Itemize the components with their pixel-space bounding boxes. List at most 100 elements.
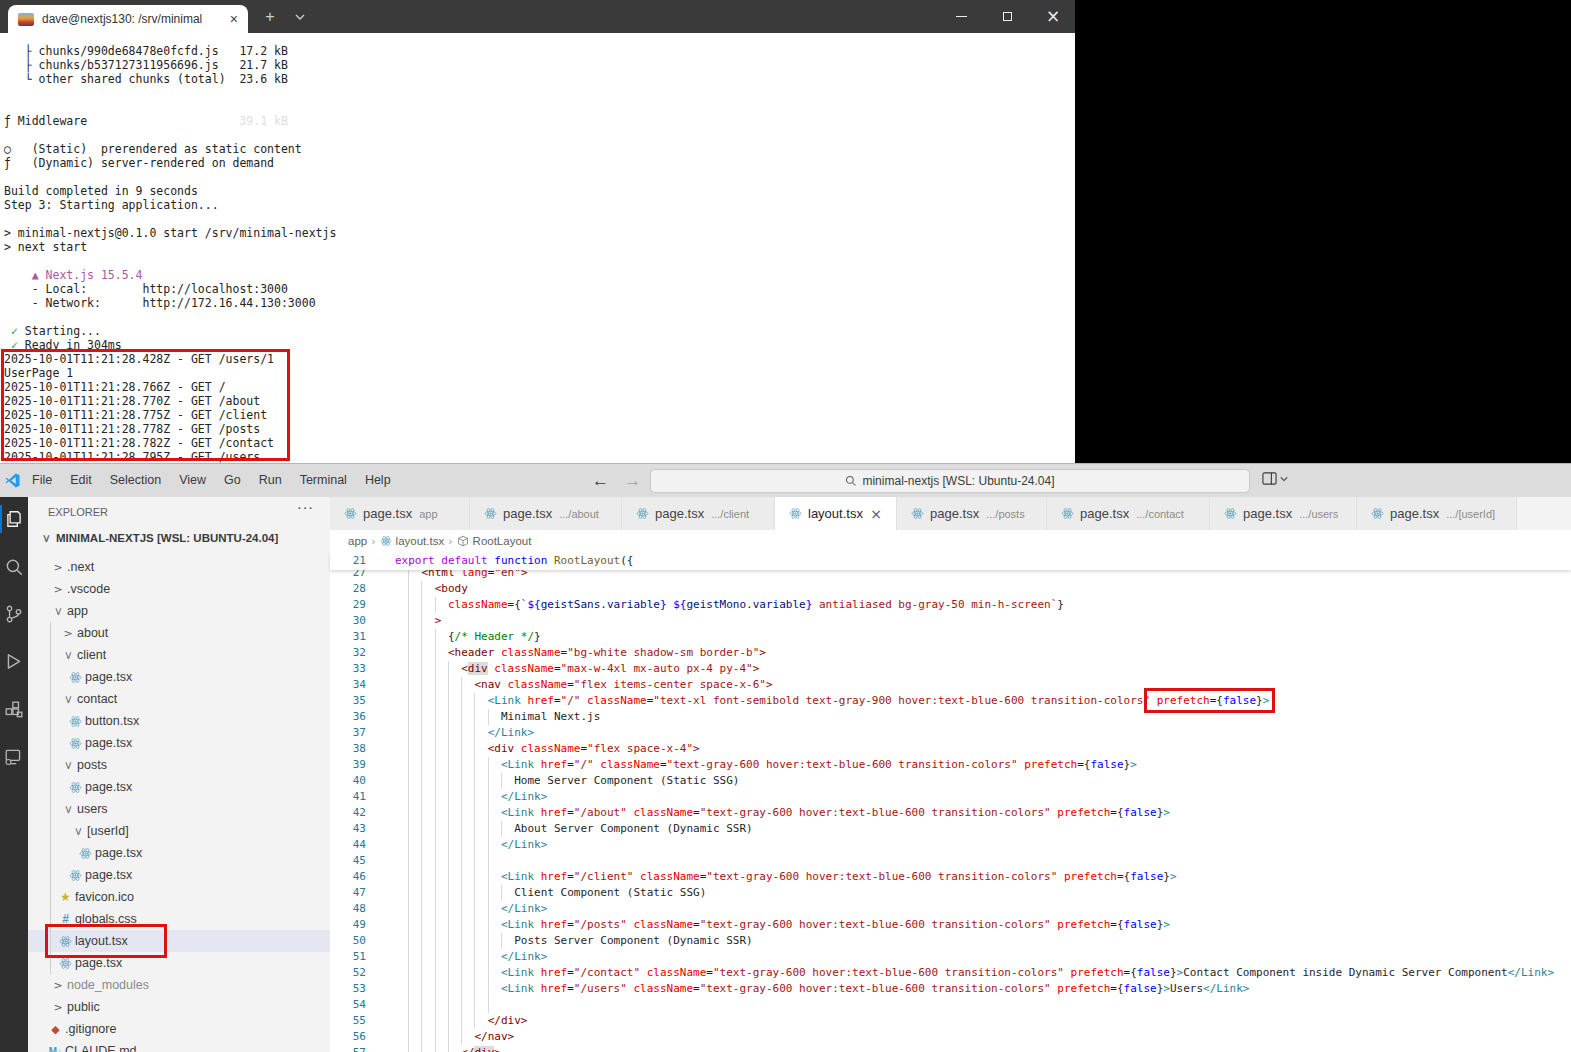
code-line-48[interactable]: 48 </Link>: [330, 901, 1571, 917]
command-center-search[interactable]: minimal-nextjs [WSL: Ubuntu-24.04]: [650, 469, 1250, 493]
terminal-line: └ other shared chunks (total) 23.6 kB: [4, 72, 336, 86]
explorer-item-page.tsx[interactable]: page.tsx: [28, 776, 330, 798]
menu-selection[interactable]: Selection: [101, 464, 170, 497]
remote-explorer-icon[interactable]: [4, 747, 24, 767]
code-line-53[interactable]: 53 <Link href="/users" className="text-g…: [330, 981, 1571, 997]
explorer-item-contact[interactable]: >contact: [28, 688, 330, 710]
code-line-57[interactable]: 57 </div>: [330, 1045, 1571, 1052]
explorer-item-app[interactable]: >app: [28, 600, 330, 622]
explorer-item-CLAUDE.md[interactable]: M↓CLAUDE.md: [28, 1040, 330, 1052]
explorer-item-.vscode[interactable]: >.vscode: [28, 578, 330, 600]
line-number: 41: [330, 789, 366, 805]
code-line-41[interactable]: 41 </Link>: [330, 789, 1571, 805]
code-line-34[interactable]: 34 <nav className="flex items-center spa…: [330, 677, 1571, 693]
code-line-35[interactable]: 35 <Link href="/" className="text-xl fon…: [330, 693, 1571, 709]
code-line-32[interactable]: 32 <header className="bg-white shadow-sm…: [330, 645, 1571, 661]
code-editor[interactable]: 27 <html lang="en">28 <body29 className=…: [330, 570, 1571, 1052]
source-control-icon[interactable]: [4, 604, 24, 624]
explorer-item-page.tsx[interactable]: page.tsx: [28, 732, 330, 754]
tab-page.tsx-posts[interactable]: page.tsx.../posts: [897, 497, 1047, 530]
explorer-item-users[interactable]: >users: [28, 798, 330, 820]
code-line-39[interactable]: 39 <Link href="/" className="text-gray-6…: [330, 757, 1571, 773]
explorer-item-page.tsx[interactable]: page.tsx: [28, 666, 330, 688]
code-line-55[interactable]: 55 </div>: [330, 1013, 1571, 1029]
nav-forward-icon[interactable]: →: [624, 471, 641, 491]
code-line-50[interactable]: 50 Posts Server Component (Dynamic SSR): [330, 933, 1571, 949]
explorer-item-favicon.ico[interactable]: ★favicon.ico: [28, 886, 330, 908]
menu-help[interactable]: Help: [356, 464, 400, 497]
annotation-terminal-logs: [1, 349, 290, 461]
code-line-33[interactable]: 33 <div className="max-w-4xl mx-auto px-…: [330, 661, 1571, 677]
code-line-36[interactable]: 36 Minimal Next.js: [330, 709, 1571, 725]
code-line-40[interactable]: 40 Home Server Component (Static SSG): [330, 773, 1571, 789]
tab-page.tsx-contact[interactable]: page.tsx.../contact: [1047, 497, 1210, 530]
menu-file[interactable]: File: [23, 464, 61, 497]
run-debug-icon[interactable]: [4, 652, 24, 672]
terminal-tab-dropdown-icon[interactable]: [288, 0, 312, 33]
tab-page.tsx-app[interactable]: page.tsxapp: [330, 497, 470, 530]
code-line-27[interactable]: 27 <html lang="en">: [330, 570, 1571, 581]
tab-page.tsx-client[interactable]: page.tsx.../client: [622, 497, 775, 530]
explorer-item-.next[interactable]: >.next: [28, 556, 330, 578]
code-line-28[interactable]: 28 <body: [330, 581, 1571, 597]
explorer-icon[interactable]: [4, 509, 24, 529]
explorer-item-client[interactable]: >client: [28, 644, 330, 666]
code-line-51[interactable]: 51 </Link>: [330, 949, 1571, 965]
customize-layout-icon[interactable]: [1262, 471, 1288, 486]
tab-page.tsx-about[interactable]: page.tsx.../about: [470, 497, 622, 530]
code-line-45[interactable]: 45: [330, 853, 1571, 869]
explorer-item-about[interactable]: >about: [28, 622, 330, 644]
code-line-43[interactable]: 43 About Server Component (Dynamic SSR): [330, 821, 1571, 837]
nav-back-icon[interactable]: ←: [592, 471, 609, 491]
menu-edit[interactable]: Edit: [61, 464, 101, 497]
explorer-item-page.tsx[interactable]: page.tsx: [28, 842, 330, 864]
explorer-item-.gitignore[interactable]: ◆.gitignore: [28, 1018, 330, 1040]
code-line-21[interactable]: 21export default function RootLayout({: [330, 552, 1571, 570]
breadcrumb-item[interactable]: RootLayout: [473, 535, 532, 547]
menu-terminal[interactable]: Terminal: [291, 464, 356, 497]
code-line-46[interactable]: 46 <Link href="/client" className="text-…: [330, 869, 1571, 885]
minimize-button[interactable]: [938, 0, 984, 33]
code-line-42[interactable]: 42 <Link href="/about" className="text-g…: [330, 805, 1571, 821]
react-icon: [484, 507, 497, 520]
code-line-30[interactable]: 30 >: [330, 613, 1571, 629]
code-line-38[interactable]: 38 <div className="flex space-x-4">: [330, 741, 1571, 757]
explorer-item-posts[interactable]: >posts: [28, 754, 330, 776]
explorer-item-[userId][interactable]: >[userId]: [28, 820, 330, 842]
tab-close-icon[interactable]: ×: [870, 506, 882, 522]
code-line-47[interactable]: 47 Client Component (Static SSG): [330, 885, 1571, 901]
close-button[interactable]: ×: [1030, 0, 1076, 33]
code-line-52[interactable]: 52 <Link href="/contact" className="text…: [330, 965, 1571, 981]
code-line-54[interactable]: 54: [330, 997, 1571, 1013]
explorer-more-actions-icon[interactable]: ···: [297, 499, 314, 515]
file-label: page.tsx: [75, 956, 122, 970]
maximize-button[interactable]: [984, 0, 1030, 33]
search-icon[interactable]: [4, 557, 24, 577]
code-line-37[interactable]: 37 </Link>: [330, 725, 1571, 741]
tab-page.tsx-[userId][interactable]: page.tsx.../[userId]: [1357, 497, 1517, 530]
explorer-item-button.tsx[interactable]: button.tsx: [28, 710, 330, 732]
code-line-56[interactable]: 56 </nav>: [330, 1029, 1571, 1045]
terminal-tab[interactable]: dave@nextjs130: /srv/minimal ×: [8, 5, 248, 33]
extensions-icon[interactable]: [4, 700, 24, 720]
code-line-49[interactable]: 49 <Link href="/posts" className="text-g…: [330, 917, 1571, 933]
tab-layout.tsx[interactable]: layout.tsx×: [775, 497, 897, 530]
breadcrumb-item[interactable]: app: [348, 535, 367, 547]
explorer-item-node_modules[interactable]: >node_modules: [28, 974, 330, 996]
breadcrumb-item[interactable]: layout.tsx: [396, 535, 445, 547]
breadcrumb[interactable]: app›layout.tsx›RootLayout: [330, 530, 1571, 552]
code-line-44[interactable]: 44 </Link>: [330, 837, 1571, 853]
menu-go[interactable]: Go: [215, 464, 250, 497]
tab-page.tsx-users[interactable]: page.tsx.../users: [1210, 497, 1357, 530]
explorer-root-folder[interactable]: > MINIMAL-NEXTJS [WSL: UBUNTU-24.04]: [28, 527, 330, 549]
code-line-31[interactable]: 31 {/* Header */}: [330, 629, 1571, 645]
menu-view[interactable]: View: [170, 464, 215, 497]
menu-run[interactable]: Run: [250, 464, 291, 497]
terminal-tab-close-icon[interactable]: ×: [230, 12, 238, 26]
chevron-icon: >: [40, 532, 53, 544]
explorer-item-public[interactable]: >public: [28, 996, 330, 1018]
terminal-new-tab-button[interactable]: +: [256, 0, 284, 33]
explorer-item-page.tsx[interactable]: page.tsx: [28, 864, 330, 886]
code-line-29[interactable]: 29 className={`${geistSans.variable} ${g…: [330, 597, 1571, 613]
tab-label: page.tsx: [503, 506, 552, 521]
